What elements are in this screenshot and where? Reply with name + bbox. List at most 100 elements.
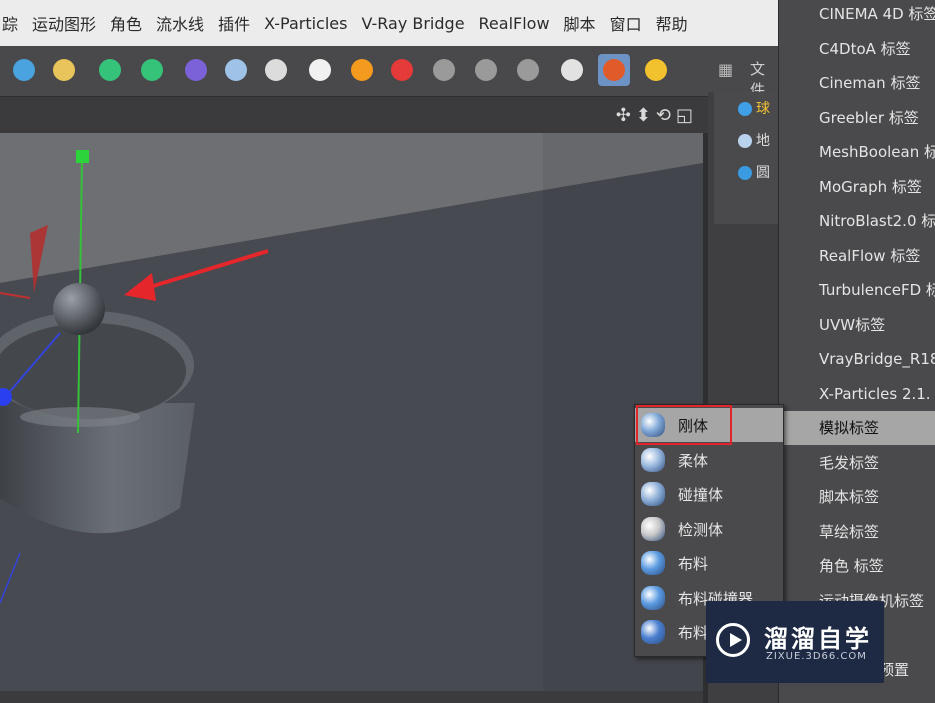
popup-item[interactable]: 柔体 [635, 443, 783, 477]
submenu-item[interactable]: NitroBlast2.0 标签 [779, 204, 935, 238]
tool-glyph [309, 59, 331, 81]
submenu-item[interactable]: MoGraph 标签 [779, 170, 935, 204]
menu-item[interactable]: 脚本 [564, 11, 596, 35]
submenu-item[interactable]: 毛发标签 [779, 446, 935, 480]
deformer-icon[interactable] [180, 54, 212, 86]
tool-glyph [265, 59, 287, 81]
grid-dots-2-icon[interactable] [512, 54, 544, 86]
popup-item-label: 柔体 [678, 451, 709, 470]
viewport-scene [0, 133, 703, 691]
submenu-item[interactable]: 角色 标签 [779, 549, 935, 583]
submenu-item[interactable]: C4DtoA 标签 [779, 32, 935, 66]
menubar: 踪运动图形 角色 流水线 插件 X-Particles V-Ray Bridge RealF… [0, 0, 780, 46]
cloth-icon [641, 551, 665, 575]
tags-submenu: CINEMA 4D 标签 C4DtoA 标签 Cineman 标签 Greebler … [778, 0, 935, 703]
tool-glyph [13, 59, 35, 81]
object-row[interactable]: 地 [738, 130, 770, 150]
submenu-item[interactable]: UVW标签 [779, 308, 935, 342]
cone-icon [738, 166, 752, 180]
tool-glyph [99, 59, 121, 81]
watermark-subtitle: ZIXUE.3D66.COM [766, 651, 867, 662]
tool-glyph [517, 59, 539, 81]
submenu-item[interactable]: Cineman 标签 [779, 66, 935, 100]
snap-icon[interactable] [428, 54, 460, 86]
object-label: 地 [756, 133, 770, 149]
annotation-highlight-box [636, 405, 732, 445]
play-logo-icon [716, 623, 750, 657]
menu-item[interactable]: 帮助 [656, 11, 688, 35]
viewport-3d[interactable] [0, 133, 703, 691]
object-manager-header: ▦ 文件 [708, 46, 778, 99]
tool-glyph [351, 59, 373, 81]
object-row[interactable]: 球 [738, 98, 770, 118]
pen-icon[interactable] [48, 54, 80, 86]
popup-item-label: 碰撞体 [678, 486, 724, 504]
menu-item[interactable]: X-Particles [264, 14, 347, 33]
tool-glyph [645, 59, 667, 81]
popup-item[interactable]: 布料 [635, 546, 783, 580]
axis-icon[interactable] [640, 54, 672, 86]
viewport-header: ✣⬍⟲◱ [0, 97, 708, 133]
popup-item[interactable]: 碰撞体 [635, 477, 783, 511]
submenu-item[interactable]: Greebler 标签 [779, 101, 935, 135]
ghost-body-icon [641, 516, 665, 541]
menu-item[interactable]: 流水线 [156, 11, 204, 35]
floor-object-icon [738, 134, 752, 148]
cube-icon[interactable] [8, 54, 40, 86]
tool-glyph [185, 59, 207, 81]
watermark: 溜溜自学 ZIXUE.3D66.COM [706, 601, 884, 683]
grid-icon: ▦ [718, 60, 734, 79]
cloner-icon[interactable] [136, 54, 168, 86]
toolbar [0, 46, 708, 97]
collider-body-icon [641, 482, 665, 506]
cloth-collider-icon [641, 585, 665, 610]
submenu-item[interactable]: RealFlow 标签 [779, 239, 935, 273]
submenu-item[interactable]: 脚本标签 [779, 480, 935, 514]
camera-icon[interactable] [260, 54, 292, 86]
object-label: 圆 [756, 165, 770, 181]
subdivision-icon[interactable] [94, 54, 126, 86]
popup-item-label: 布料 [678, 555, 709, 573]
popup-item-label: 检测体 [678, 520, 724, 539]
sphere-object [53, 283, 105, 335]
submenu-item[interactable]: MeshBoolean 标签 [779, 135, 935, 169]
light-icon[interactable] [304, 54, 336, 86]
object-row[interactable]: 圆 [738, 162, 770, 182]
submenu-item[interactable]: 模拟标签 [779, 411, 935, 445]
tool-glyph [391, 59, 413, 81]
submenu-item[interactable]: 草绘标签 [779, 515, 935, 549]
tool-glyph [225, 59, 247, 81]
menu-item[interactable]: 角色 [110, 11, 142, 35]
tool-glyph [141, 59, 163, 81]
menu-item[interactable]: 运动图形 [32, 11, 96, 35]
watermark-title: 溜溜自学 [764, 625, 872, 653]
menu-item[interactable]: V-Ray Bridge [361, 14, 464, 33]
submenu-item[interactable]: X-Particles 2.1. [779, 377, 935, 411]
material-icon[interactable] [346, 54, 378, 86]
y-axis-handle [76, 150, 89, 163]
popup-item[interactable]: 检测体 [635, 512, 783, 546]
render-icon[interactable] [598, 54, 630, 86]
object-label: 球 [756, 101, 770, 117]
menu-item[interactable]: 窗口 [610, 11, 642, 35]
soft-body-icon [641, 447, 665, 472]
floor-icon[interactable] [220, 54, 252, 86]
submenu-item[interactable]: VrayBridge_R18 [779, 342, 935, 376]
menu-item[interactable]: RealFlow [479, 14, 550, 33]
submenu-item[interactable]: TurbulenceFD 标签 [779, 273, 935, 307]
cup-bottom-highlight [20, 407, 140, 427]
tool-glyph [433, 59, 455, 81]
submenu-item[interactable]: CINEMA 4D 标签 [779, 0, 935, 31]
grid-dots-icon[interactable] [470, 54, 502, 86]
menu-item[interactable]: 踪 [2, 11, 18, 35]
viewport-nav-icons[interactable]: ✣⬍⟲◱ [616, 105, 698, 126]
viewport-bottom-bar [0, 691, 703, 703]
render-view-icon[interactable] [556, 54, 588, 86]
tool-glyph [475, 59, 497, 81]
tool-glyph [53, 59, 75, 81]
menu-item[interactable]: 插件 [218, 11, 250, 35]
cloth-belt-icon [641, 620, 665, 644]
help-icon[interactable] [386, 54, 418, 86]
sphere-icon [738, 102, 752, 116]
tool-glyph [561, 59, 583, 81]
